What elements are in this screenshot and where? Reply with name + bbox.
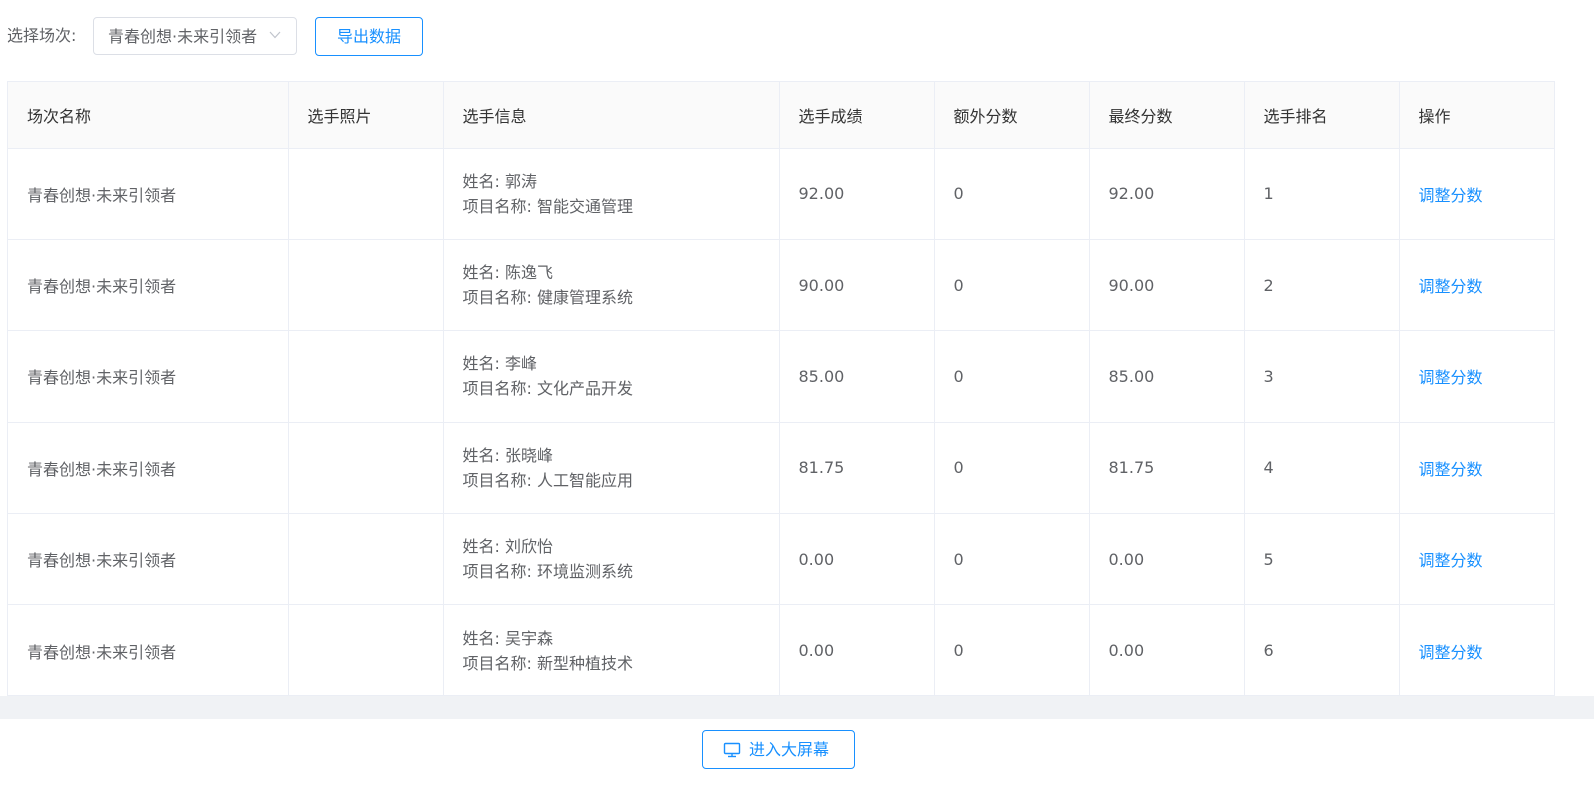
cell-session: 青春创想·未来引领者 xyxy=(8,422,289,515)
cell-session: 青春创想·未来引领者 xyxy=(8,239,289,332)
cell-final: 81.75 xyxy=(1089,422,1245,515)
player-name: 姓名: 刘欣怡 xyxy=(462,537,553,557)
column-header-info: 选手信息 xyxy=(443,82,780,149)
adjust-score-link[interactable]: 调整分数 xyxy=(1419,551,1483,570)
cell-info: 姓名: 郭涛 项目名称: 智能交通管理 xyxy=(443,148,780,240)
cell-score: 0.00 xyxy=(779,604,935,695)
cell-rank: 3 xyxy=(1244,330,1400,423)
table-row: 青春创想·未来引领者 姓名: 陈逸飞 项目名称: 健康管理系统 90.00 0 … xyxy=(8,239,1554,332)
cell-photo xyxy=(288,513,444,606)
cell-rank: 1 xyxy=(1244,148,1400,240)
project-name: 项目名称: 新型种植技术 xyxy=(462,653,633,673)
cell-action: 调整分数 xyxy=(1399,148,1554,240)
cell-rank: 5 xyxy=(1244,513,1400,606)
table-row: 青春创想·未来引领者 姓名: 刘欣怡 项目名称: 环境监测系统 0.00 0 0… xyxy=(8,513,1554,606)
cell-action: 调整分数 xyxy=(1399,604,1554,695)
cell-info: 姓名: 张晓峰 项目名称: 人工智能应用 xyxy=(443,422,780,515)
column-header-action: 操作 xyxy=(1399,82,1554,149)
cell-score: 90.00 xyxy=(779,239,935,332)
cell-extra: 0 xyxy=(934,422,1090,515)
cell-rank: 4 xyxy=(1244,422,1400,515)
column-header-extra: 额外分数 xyxy=(934,82,1090,149)
column-header-session: 场次名称 xyxy=(8,82,289,149)
footer: 进入大屏幕 xyxy=(0,719,1594,792)
cell-final: 0.00 xyxy=(1089,604,1245,695)
cell-score: 0.00 xyxy=(779,513,935,606)
cell-score: 81.75 xyxy=(779,422,935,515)
cell-action: 调整分数 xyxy=(1399,513,1554,606)
session-select-value: 青春创想·未来引领者 xyxy=(108,27,258,46)
adjust-score-link[interactable]: 调整分数 xyxy=(1419,186,1483,205)
column-header-score: 选手成绩 xyxy=(779,82,935,149)
cell-final: 92.00 xyxy=(1089,148,1245,240)
ranking-table: 场次名称 选手照片 选手信息 选手成绩 额外分数 最终分数 选手排名 操作 青春… xyxy=(7,81,1555,696)
player-name: 姓名: 李峰 xyxy=(462,354,537,374)
table-header-row: 场次名称 选手照片 选手信息 选手成绩 额外分数 最终分数 选手排名 操作 xyxy=(8,82,1554,149)
cell-photo xyxy=(288,604,444,695)
player-name: 姓名: 吴宇森 xyxy=(462,628,553,648)
player-name: 姓名: 郭涛 xyxy=(462,171,537,191)
cell-extra: 0 xyxy=(934,604,1090,695)
cell-session: 青春创想·未来引领者 xyxy=(8,604,289,695)
cell-extra: 0 xyxy=(934,148,1090,240)
column-header-final: 最终分数 xyxy=(1089,82,1245,149)
column-header-photo: 选手照片 xyxy=(288,82,444,149)
monitor-icon xyxy=(723,742,741,758)
adjust-score-link[interactable]: 调整分数 xyxy=(1419,368,1483,387)
adjust-score-link[interactable]: 调整分数 xyxy=(1419,643,1483,662)
player-name: 姓名: 张晓峰 xyxy=(462,445,553,465)
adjust-score-link[interactable]: 调整分数 xyxy=(1419,277,1483,296)
toolbar: 选择场次: 青春创想·未来引领者 导出数据 xyxy=(0,0,1594,74)
cell-action: 调整分数 xyxy=(1399,239,1554,332)
cell-photo xyxy=(288,239,444,332)
table-row: 青春创想·未来引领者 姓名: 李峰 项目名称: 文化产品开发 85.00 0 8… xyxy=(8,330,1554,423)
project-name: 项目名称: 智能交通管理 xyxy=(462,196,633,216)
enter-big-screen-button[interactable]: 进入大屏幕 xyxy=(702,730,855,769)
enter-big-screen-label: 进入大屏幕 xyxy=(749,740,830,759)
cell-extra: 0 xyxy=(934,330,1090,423)
table-row: 青春创想·未来引领者 姓名: 张晓峰 项目名称: 人工智能应用 81.75 0 … xyxy=(8,422,1554,515)
cell-info: 姓名: 吴宇森 项目名称: 新型种植技术 xyxy=(443,604,780,695)
chevron-down-icon xyxy=(269,31,281,39)
cell-score: 92.00 xyxy=(779,148,935,240)
session-select[interactable]: 青春创想·未来引领者 xyxy=(93,17,297,55)
cell-final: 85.00 xyxy=(1089,330,1245,423)
export-data-button[interactable]: 导出数据 xyxy=(315,17,423,56)
project-name: 项目名称: 环境监测系统 xyxy=(462,562,633,582)
cell-session: 青春创想·未来引领者 xyxy=(8,330,289,423)
cell-action: 调整分数 xyxy=(1399,422,1554,515)
session-label: 选择场次: xyxy=(7,26,77,45)
cell-info: 姓名: 李峰 项目名称: 文化产品开发 xyxy=(443,330,780,423)
player-name: 姓名: 陈逸飞 xyxy=(462,263,553,283)
cell-action: 调整分数 xyxy=(1399,330,1554,423)
project-name: 项目名称: 文化产品开发 xyxy=(462,379,633,399)
column-header-rank: 选手排名 xyxy=(1244,82,1400,149)
adjust-score-link[interactable]: 调整分数 xyxy=(1419,460,1483,479)
cell-photo xyxy=(288,330,444,423)
cell-session: 青春创想·未来引领者 xyxy=(8,148,289,240)
project-name: 项目名称: 人工智能应用 xyxy=(462,470,633,490)
table-row: 青春创想·未来引领者 姓名: 郭涛 项目名称: 智能交通管理 92.00 0 9… xyxy=(8,148,1554,240)
cell-score: 85.00 xyxy=(779,330,935,423)
cell-photo xyxy=(288,422,444,515)
cell-photo xyxy=(288,148,444,240)
cell-extra: 0 xyxy=(934,513,1090,606)
cell-final: 90.00 xyxy=(1089,239,1245,332)
cell-rank: 6 xyxy=(1244,604,1400,695)
cell-session: 青春创想·未来引领者 xyxy=(8,513,289,606)
cell-final: 0.00 xyxy=(1089,513,1245,606)
horizontal-scrollbar[interactable] xyxy=(0,696,1594,719)
cell-info: 姓名: 陈逸飞 项目名称: 健康管理系统 xyxy=(443,239,780,332)
cell-info: 姓名: 刘欣怡 项目名称: 环境监测系统 xyxy=(443,513,780,606)
cell-rank: 2 xyxy=(1244,239,1400,332)
project-name: 项目名称: 健康管理系统 xyxy=(462,288,633,308)
table-row: 青春创想·未来引领者 姓名: 吴宇森 项目名称: 新型种植技术 0.00 0 0… xyxy=(8,604,1554,695)
cell-extra: 0 xyxy=(934,239,1090,332)
